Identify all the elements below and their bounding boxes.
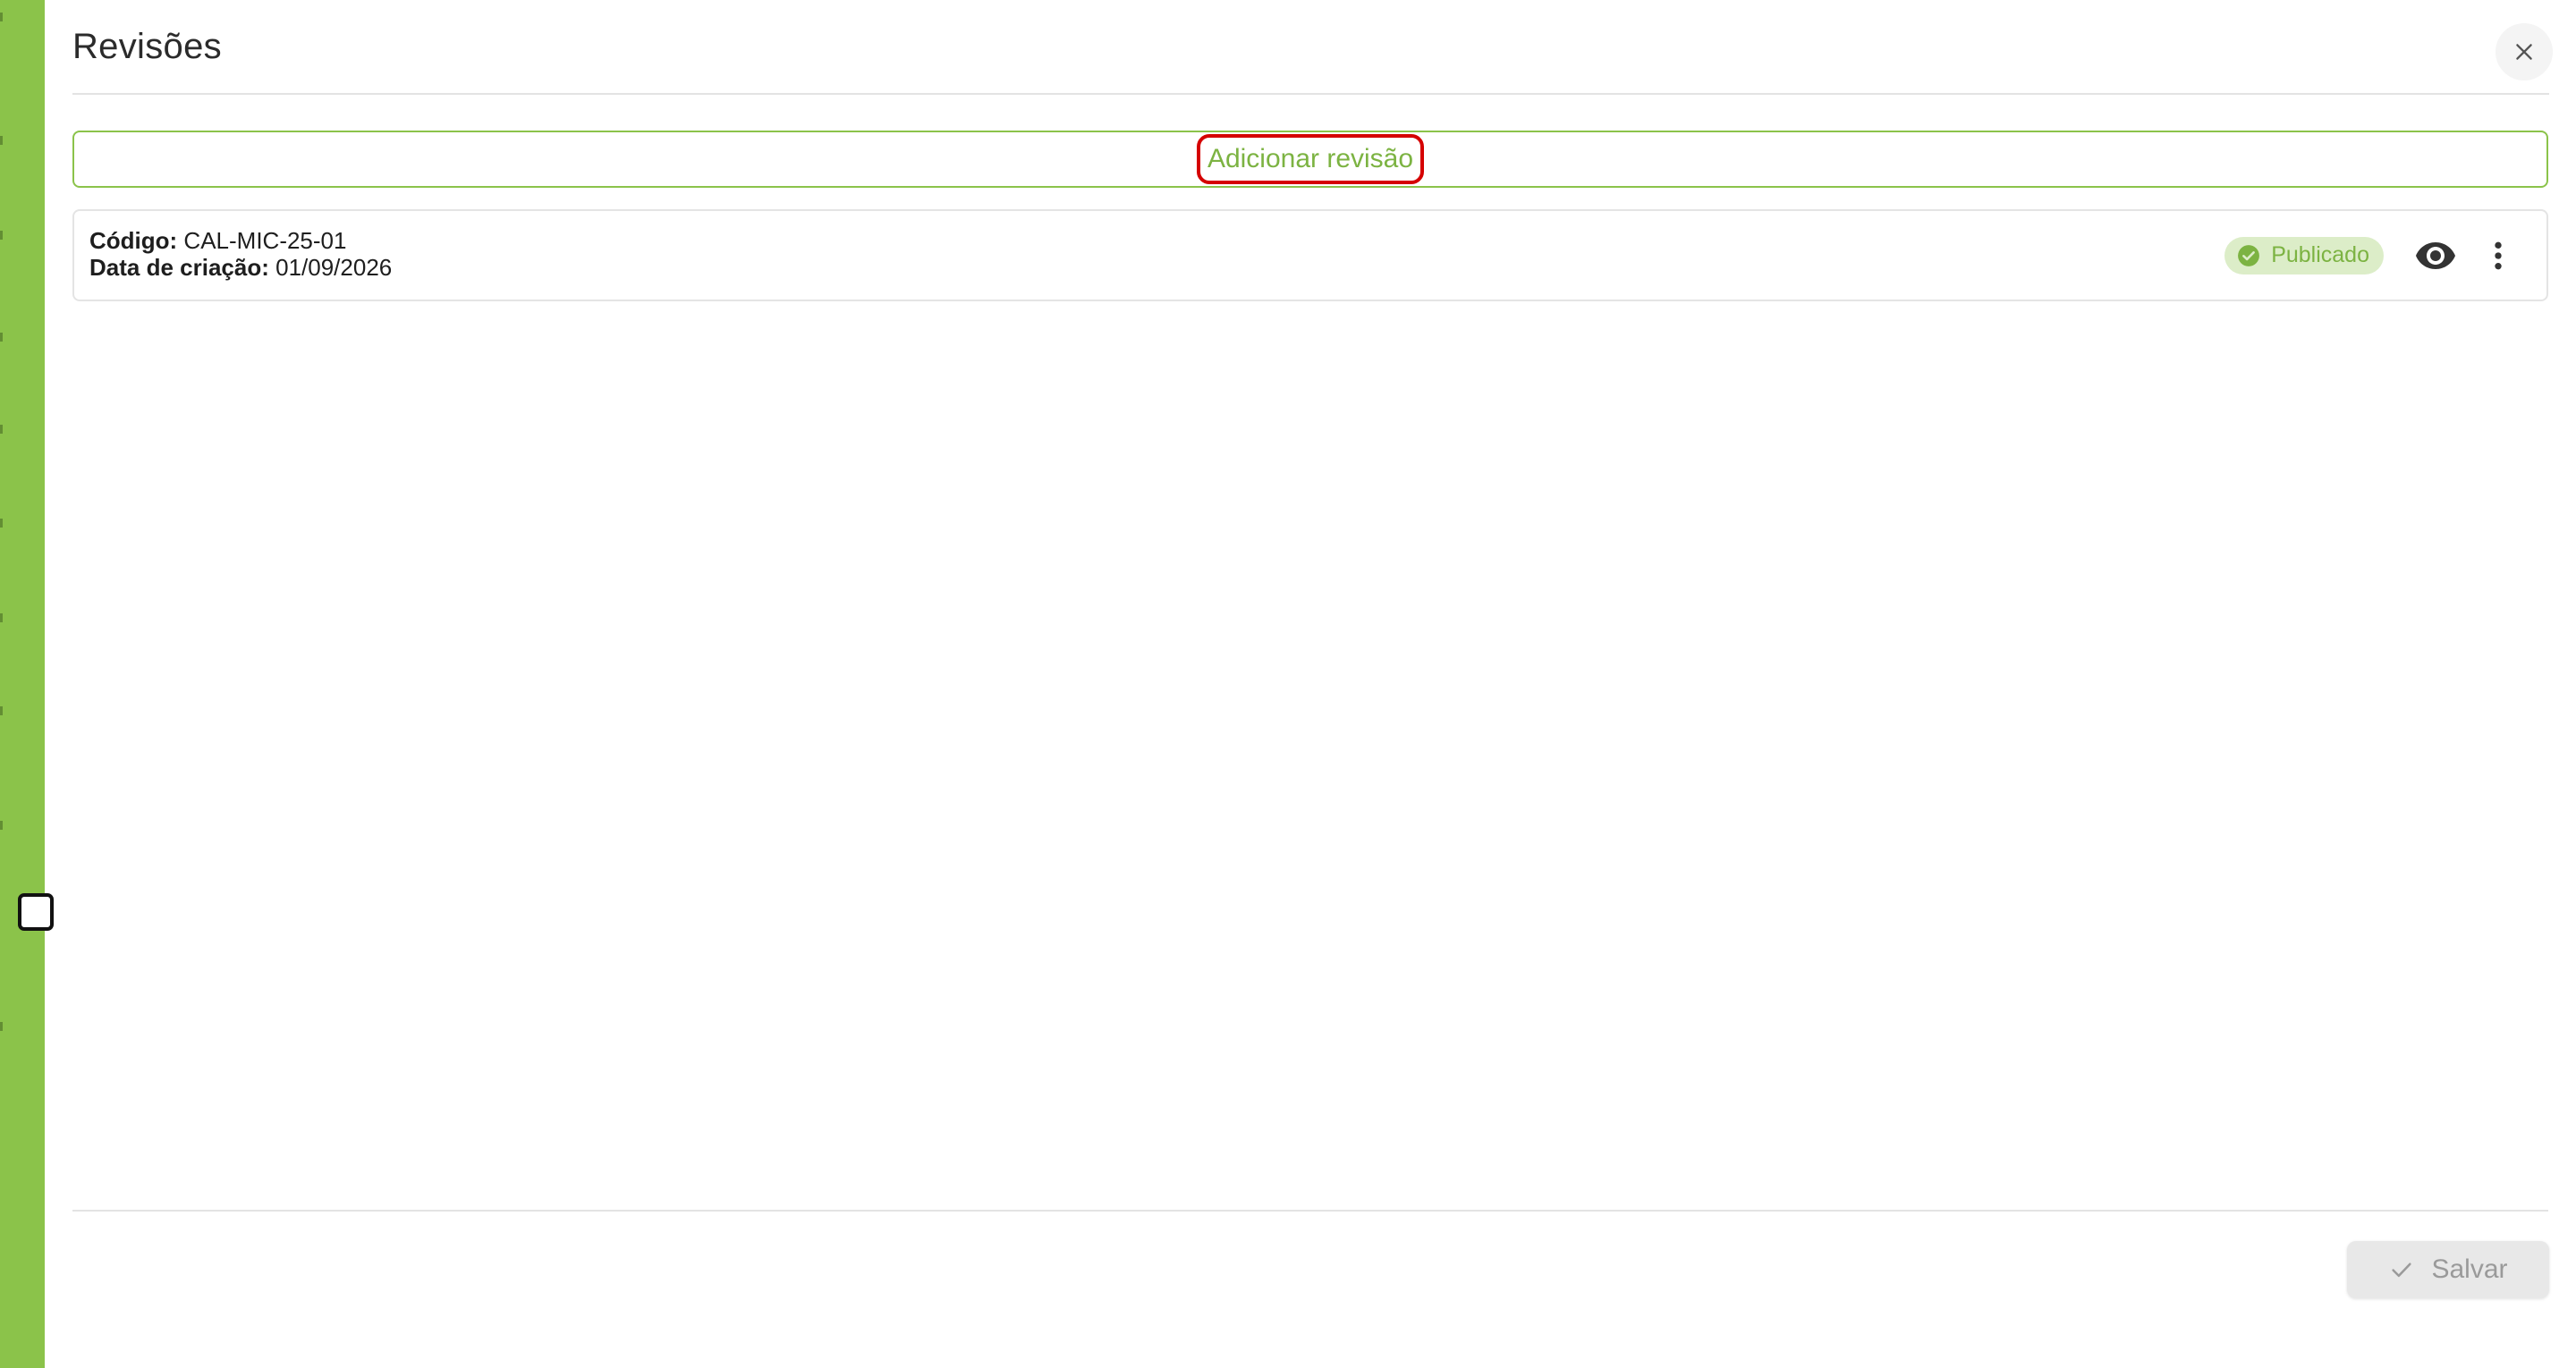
- status-label: Publicado: [2271, 242, 2369, 267]
- close-button[interactable]: [2496, 23, 2553, 80]
- revision-date-label: Data de criação:: [89, 254, 269, 281]
- check-icon: [2392, 1262, 2412, 1278]
- revision-date-row: Data de criação: 01/09/2026: [89, 254, 392, 281]
- more-vertical-icon: [2495, 241, 2502, 269]
- add-revision-label: Adicionar revisão: [1196, 134, 1425, 184]
- page: Revisões Adicionar revisão Código: CAL-M…: [0, 0, 2576, 1368]
- eye-icon: [2416, 241, 2455, 269]
- revision-menu-button[interactable]: [2473, 231, 2523, 281]
- revision-code-row: Código: CAL-MIC-25-01: [89, 227, 392, 254]
- background-checkbox[interactable]: [18, 893, 54, 931]
- revision-date-value: 01/09/2026: [275, 254, 393, 281]
- close-icon: [2516, 44, 2532, 60]
- status-badge: Publicado: [2224, 236, 2384, 274]
- revision-code-label: Código:: [89, 227, 178, 254]
- dialog-title: Revisões: [72, 27, 222, 66]
- add-revision-button[interactable]: Adicionar revisão: [72, 131, 2548, 188]
- dialog-header: Revisões: [72, 0, 2553, 95]
- revision-actions: Publicado: [2224, 211, 2523, 300]
- revision-card: Código: CAL-MIC-25-01 Data de criação: 0…: [72, 209, 2548, 301]
- background-app-sidebar: [0, 0, 45, 1368]
- revision-code-value: CAL-MIC-25-01: [183, 227, 347, 254]
- save-label: Salvar: [2431, 1254, 2508, 1284]
- check-circle-icon: [2238, 244, 2260, 266]
- save-button[interactable]: Salvar: [2347, 1241, 2549, 1298]
- revision-info: Código: CAL-MIC-25-01 Data de criação: 0…: [89, 227, 392, 281]
- view-revision-button[interactable]: [2411, 231, 2461, 281]
- footer-divider: [72, 1210, 2548, 1212]
- revisions-dialog: Revisões Adicionar revisão Código: CAL-M…: [45, 0, 2576, 1368]
